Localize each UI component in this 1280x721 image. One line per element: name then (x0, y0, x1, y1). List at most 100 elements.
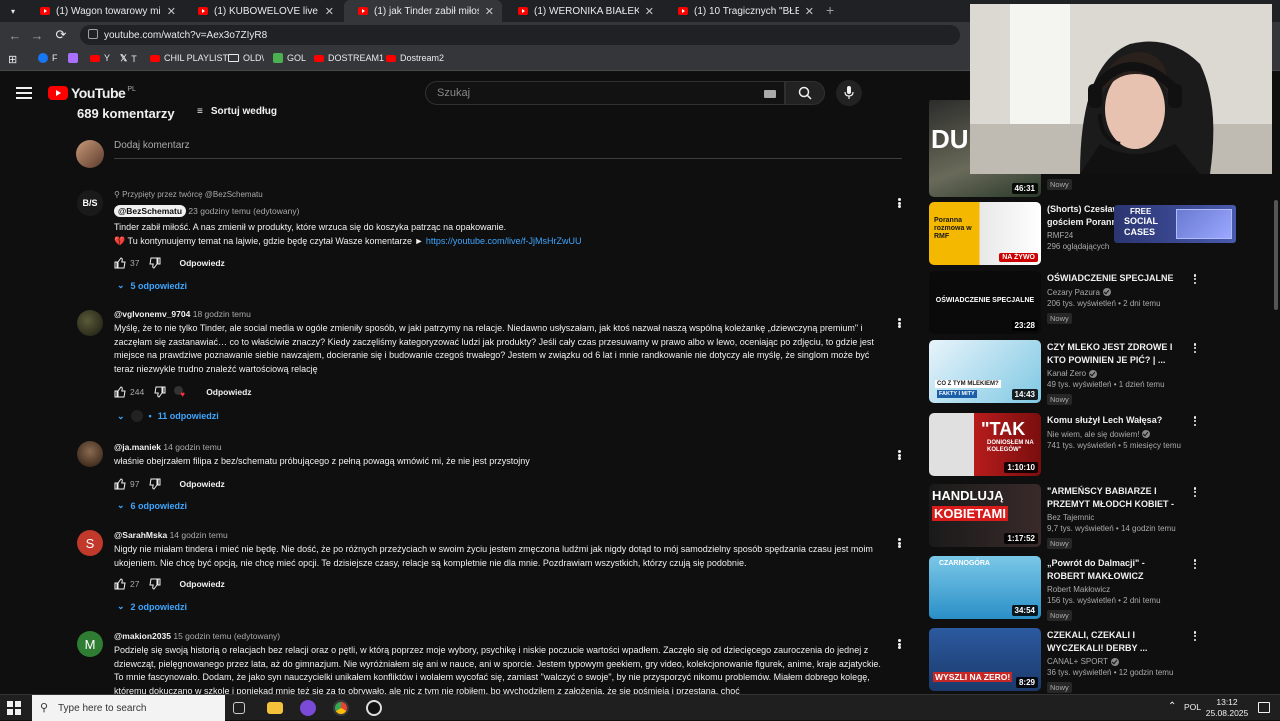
comment-author[interactable]: @vglvonemv_9704 (114, 309, 190, 319)
notification-icon[interactable] (1258, 702, 1270, 713)
close-tab-icon[interactable]: ✕ (325, 5, 334, 18)
video-title[interactable]: "ARMEŃSCY BABIARZE I PRZEMYT MŁODCH KOBI… (1047, 485, 1182, 510)
browser-tab[interactable]: (1) 10 Tragicznych "BŁĘDÓW" P ✕ (664, 0, 822, 22)
discord-like-app-icon[interactable] (300, 700, 316, 716)
avatar[interactable]: S (77, 530, 103, 556)
comment-author[interactable]: @BezSchematu (114, 205, 187, 217)
view-replies-button[interactable]: ⌄ 5 odpowiedzi (117, 280, 187, 291)
bookmark-item[interactable]: CHIL PLAYLIST (150, 53, 228, 63)
comment-time[interactable]: 14 godzin temu (163, 442, 221, 452)
video-thumbnail[interactable]: CO Z TYM MLEKIEM? FAKTY I MITY 14:43 (929, 340, 1041, 403)
video-title[interactable]: Komu służył Lech Wałęsa? (1047, 414, 1182, 427)
avatar[interactable]: B/S (77, 190, 103, 216)
view-replies-button[interactable]: ⌄ • 11 odpowiedzi (117, 410, 219, 422)
video-more-icon[interactable] (1191, 273, 1199, 285)
like-button[interactable]: 244 (114, 386, 144, 398)
comment-more-icon[interactable] (894, 637, 904, 651)
browser-tab-active[interactable]: (1) jak Tinder zabił miłość? - Yo ✕ (344, 0, 502, 22)
site-info-icon[interactable] (88, 29, 98, 39)
reload-icon[interactable]: ⟳ (52, 26, 70, 44)
taskbar-clock[interactable]: 13:12 25.08.2025 (1205, 697, 1249, 719)
avatar[interactable] (77, 441, 103, 467)
video-thumbnail[interactable]: Poranna rozmowa w RMF NA ŻYWO (929, 202, 1041, 265)
avatar[interactable]: M (77, 631, 103, 657)
reply-button[interactable]: Odpowiedz (179, 579, 224, 589)
video-title[interactable]: CZY MLEKO JEST ZDROWE I KTO POWINIEN JE … (1047, 341, 1182, 366)
comment-author[interactable]: @ja.maniek (114, 442, 161, 452)
view-replies-button[interactable]: ⌄ 2 odpowiedzi (117, 601, 187, 612)
menu-icon[interactable] (16, 87, 32, 99)
bookmark-item[interactable]: Y (90, 53, 110, 63)
task-view-icon[interactable] (233, 702, 245, 714)
like-button[interactable]: 97 (114, 478, 139, 490)
avatar[interactable] (77, 310, 103, 336)
close-tab-icon[interactable]: ✕ (485, 5, 494, 18)
close-tab-icon[interactable]: ✕ (645, 5, 654, 18)
video-more-icon[interactable] (1191, 415, 1199, 427)
reply-button[interactable]: Odpowiedz (206, 387, 251, 397)
view-replies-button[interactable]: ⌄ 6 odpowiedzi (117, 500, 187, 511)
video-title[interactable]: CZEKALI, CZEKALI I WYCZEKALI! DERBY ... (1047, 629, 1182, 654)
bookmark-item[interactable]: Dostream2 (386, 53, 444, 63)
address-bar[interactable]: youtube.com/watch?v=Aex3o7ZIyR8 (80, 25, 960, 45)
comment-time[interactable]: 18 godzin temu (193, 309, 251, 319)
bookmark-item[interactable]: DOSTREAM1 (314, 53, 384, 63)
video-thumbnail[interactable]: CZARNOGÓRA 34:54 (929, 556, 1041, 619)
reply-button[interactable]: Odpowiedz (179, 258, 224, 268)
video-more-icon[interactable] (1191, 486, 1199, 498)
scrollbar-thumb[interactable] (1274, 200, 1278, 310)
page-scrollbar[interactable] (1272, 100, 1280, 694)
channel-name[interactable]: Bez Tajemnic (1047, 513, 1182, 522)
obs-icon[interactable] (366, 700, 382, 716)
video-title[interactable]: OŚWIADCZENIE SPECJALNE (1047, 272, 1182, 285)
sort-button[interactable]: ≡ Sortuj według (197, 106, 277, 117)
dislike-button[interactable] (149, 578, 161, 590)
bookmark-item[interactable] (68, 53, 82, 63)
close-tab-icon[interactable]: ✕ (805, 5, 814, 18)
comment-author[interactable]: @SarahMska (114, 530, 167, 540)
keyboard-icon[interactable] (764, 90, 776, 98)
channel-name[interactable]: Kanał Zero (1047, 369, 1182, 378)
comment-time[interactable]: 14 godzin temu (170, 530, 228, 540)
windows-start-icon[interactable] (7, 701, 21, 715)
forward-arrow-icon[interactable]: → (28, 26, 46, 44)
video-title[interactable]: „Powrót do Dalmacji" - ROBERT MAKŁOWICZ … (1047, 557, 1182, 582)
bookmark-item[interactable]: F (38, 53, 58, 63)
bookmark-item[interactable]: GOL (273, 53, 306, 63)
bookmark-folder[interactable]: OLD\ (228, 53, 264, 63)
comment-more-icon[interactable] (894, 536, 904, 550)
dislike-button[interactable] (149, 257, 161, 269)
video-thumbnail[interactable]: WYSZLI NA ZERO! 8:29 (929, 628, 1041, 691)
comment-more-icon[interactable] (894, 316, 904, 330)
taskbar-search-input[interactable]: ⚲ Type here to search (32, 695, 225, 721)
dislike-button[interactable] (149, 478, 161, 490)
file-explorer-icon[interactable] (267, 702, 283, 714)
apps-grid-icon[interactable]: ⊞ (8, 53, 17, 66)
add-comment-input[interactable]: Dodaj komentarz (114, 140, 902, 159)
tray-chevron-icon[interactable]: ⌃ (1168, 701, 1176, 712)
channel-name[interactable]: Nie wiem, ale się dowiem! (1047, 430, 1182, 439)
channel-name[interactable]: Robert Makłowicz (1047, 585, 1182, 594)
reply-button[interactable]: Odpowiedz (179, 479, 224, 489)
close-tab-icon[interactable]: ✕ (167, 5, 176, 18)
dislike-button[interactable] (154, 386, 166, 398)
video-thumbnail[interactable]: "TAK DONIOSŁEM NA KOLEGÓW" 1:10:10 (929, 413, 1041, 476)
like-button[interactable]: 27 (114, 578, 139, 590)
tab-search-dropdown-icon[interactable]: ▾ (6, 4, 20, 18)
comment-more-icon[interactable] (894, 448, 904, 462)
video-more-icon[interactable] (1191, 342, 1199, 354)
comment-time[interactable]: 15 godzin temu (edytowany) (173, 631, 280, 641)
language-indicator[interactable]: POL (1184, 702, 1201, 712)
video-thumbnail[interactable]: OŚWIADCZENIE SPECJALNE 23:28 (929, 271, 1041, 334)
new-tab-button[interactable]: + (826, 2, 834, 18)
comment-time[interactable]: 23 godziny temu (edytowany) (188, 206, 299, 216)
chrome-icon[interactable] (333, 700, 349, 716)
comment-more-icon[interactable] (894, 196, 904, 210)
video-more-icon[interactable] (1191, 630, 1199, 642)
video-more-icon[interactable] (1191, 558, 1199, 570)
channel-name[interactable]: Cezary Pazura (1047, 288, 1182, 297)
video-thumbnail[interactable]: HANDLUJĄ KOBIETAMI 1:17:52 (929, 484, 1041, 547)
comment-author[interactable]: @makion2035 (114, 631, 171, 641)
browser-tab[interactable]: (1) Wagon towarowy miał być p ✕ (26, 0, 184, 22)
youtube-logo[interactable]: YouTube PL (48, 85, 136, 101)
